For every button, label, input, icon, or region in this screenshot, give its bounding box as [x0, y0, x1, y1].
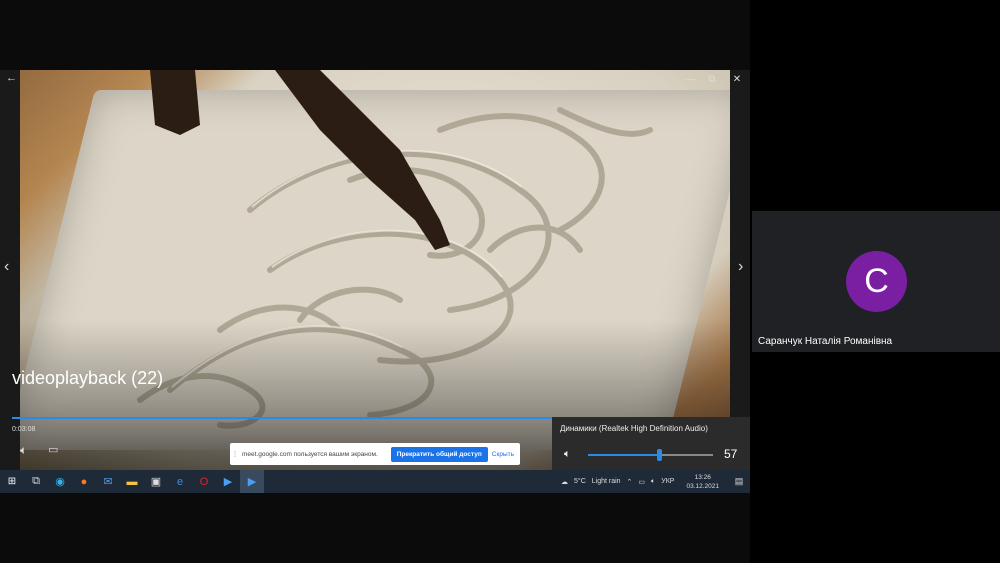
minimize-icon[interactable]: — [680, 72, 700, 86]
language-indicator[interactable]: УКР [661, 478, 674, 485]
next-arrow-icon[interactable]: › [738, 258, 743, 276]
store-icon[interactable]: ▣ [144, 470, 168, 493]
volume-icon[interactable]: 🔈︎ [20, 443, 27, 458]
share-message: meet.google.com пользуется вашим экраном… [242, 450, 378, 458]
tray-overflow-icon[interactable]: ⌃ [627, 478, 633, 486]
audio-device-name[interactable]: Динамики (Realtek High Definition Audio) [560, 424, 708, 433]
back-arrow-icon[interactable]: ← [6, 72, 17, 84]
volume-value: 57 [724, 447, 738, 461]
volume-flyout: Динамики (Realtek High Definition Audio)… [552, 417, 750, 472]
close-icon[interactable]: ✕ [727, 72, 747, 86]
screen-share-bar: ⁞ meet.google.com пользуется вашим экран… [230, 443, 520, 465]
captions-icon[interactable]: ▭ [48, 443, 58, 456]
weather-text[interactable]: Light rain [592, 478, 621, 485]
video-progress-fill [12, 417, 552, 419]
file-explorer-icon[interactable]: ▬ [120, 470, 144, 493]
taskbar-clock[interactable]: 13:26 03.12.2021 [683, 473, 722, 491]
clock-time: 13:26 [694, 473, 711, 481]
video-frame [20, 70, 730, 470]
speaker-icon[interactable]: 🔈︎ [564, 448, 571, 461]
participant-name: Саранчук Наталія Романівна [758, 336, 893, 347]
volume-slider-thumb[interactable] [657, 449, 663, 461]
task-view-icon[interactable]: ⧉ [24, 470, 48, 493]
mail-icon[interactable]: ✉ [96, 470, 120, 493]
restore-icon[interactable]: ⧉ [702, 72, 722, 86]
firefox-icon[interactable]: ● [72, 470, 96, 493]
windows-start-icon[interactable]: ⊞ [0, 470, 24, 493]
edge-icon[interactable]: ◉ [48, 470, 72, 493]
volume-slider-fill [588, 454, 660, 456]
notifications-icon[interactable]: ▤ [731, 476, 747, 487]
system-tray: ☁ 5°C Light rain ⌃ ▭ 🔈︎ УКР 13:26 03.12.… [558, 470, 750, 493]
windows-taskbar: ⊞ ⧉ ◉ ● ✉ ▬ ▣ e O ▶ ▶ ☁ 5°C Light rain ⌃… [0, 470, 750, 493]
volume-slider[interactable] [588, 449, 713, 461]
stop-sharing-button[interactable]: Прекратить общий доступ [390, 446, 488, 462]
video-area[interactable] [0, 70, 750, 470]
internet-explorer-icon[interactable]: e [168, 470, 192, 493]
shared-screen: ← — ⧉ ✕ ‹ › videoplayback (22) 0:03:08 🔈… [0, 0, 750, 563]
previous-arrow-icon[interactable]: ‹ [4, 258, 9, 276]
media-player-icon[interactable]: ▶ [216, 470, 240, 493]
weather-icon[interactable]: ☁ [561, 478, 568, 486]
weather-temp[interactable]: 5°C [574, 478, 586, 485]
drag-handle-icon[interactable]: ⁞ [230, 450, 240, 459]
movies-tv-icon[interactable]: ▶ [240, 470, 264, 493]
video-title: videoplayback (22) [12, 368, 164, 388]
hide-button[interactable]: Скрыть [492, 451, 514, 458]
tray-speaker-icon[interactable]: 🔈︎ [651, 478, 655, 486]
opera-icon[interactable]: O [192, 470, 216, 493]
avatar: С [846, 251, 907, 312]
video-time: 0:03:08 [12, 426, 36, 433]
network-icon[interactable]: ▭ [638, 478, 645, 486]
participant-tile[interactable]: С Саранчук Наталія Романівна [752, 211, 1000, 352]
clock-date: 03.12.2021 [686, 482, 719, 490]
